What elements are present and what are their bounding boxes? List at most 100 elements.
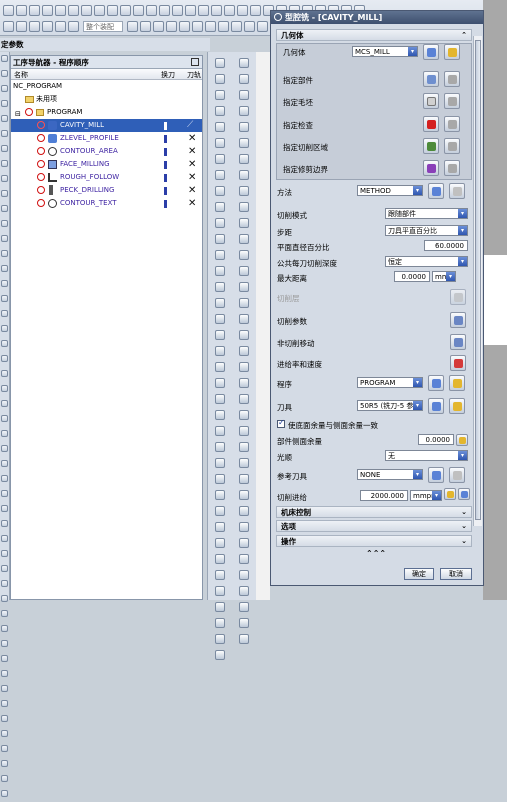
toolbar-icon[interactable] xyxy=(239,186,249,196)
toolbar-icon[interactable] xyxy=(239,474,249,484)
tree-row-face-milling[interactable]: FACE_MILLING ✕ xyxy=(11,158,202,171)
select-cut-area-button[interactable] xyxy=(423,138,439,154)
feed-formula-button[interactable] xyxy=(444,488,456,500)
resource-icon[interactable] xyxy=(1,145,8,152)
toolbar-icon[interactable] xyxy=(239,74,249,84)
toolbar-icon[interactable] xyxy=(42,4,53,16)
toolbar-icon[interactable] xyxy=(239,570,249,580)
toolbar-icon[interactable] xyxy=(239,362,249,372)
toolbar-icon[interactable] xyxy=(239,538,249,548)
toolbar-icon[interactable] xyxy=(239,58,249,68)
smoothing-select[interactable]: 无 ▾ xyxy=(385,450,468,461)
toolbar-icon[interactable] xyxy=(192,20,203,32)
toolbar-icon[interactable] xyxy=(55,20,66,32)
toolbar-icon[interactable] xyxy=(16,20,27,32)
toolbar-icon[interactable] xyxy=(215,154,225,164)
toolbar-icon[interactable] xyxy=(239,618,249,628)
select-part-button[interactable] xyxy=(423,71,439,87)
resource-icon[interactable] xyxy=(1,580,8,587)
new-tool-button[interactable] xyxy=(428,398,444,414)
edit-tool-button[interactable] xyxy=(449,398,465,414)
toolbar-icon[interactable] xyxy=(107,4,118,16)
resource-icon[interactable] xyxy=(1,85,8,92)
toolbar-icon[interactable] xyxy=(215,442,225,452)
toolbar-icon[interactable] xyxy=(239,314,249,324)
select-check-button[interactable] xyxy=(423,116,439,132)
resource-icon[interactable] xyxy=(1,130,8,137)
toolbar-icon[interactable] xyxy=(179,20,190,32)
side-stock-formula-button[interactable] xyxy=(456,434,468,446)
resource-icon[interactable] xyxy=(1,595,8,602)
toolbar-icon[interactable] xyxy=(224,4,235,16)
resource-icon[interactable] xyxy=(1,295,8,302)
toolbar-icon[interactable] xyxy=(239,138,249,148)
display-cut-area-button[interactable] xyxy=(444,138,460,154)
resource-icon[interactable] xyxy=(1,190,8,197)
resource-icon[interactable] xyxy=(1,220,8,227)
toolbar-icon[interactable] xyxy=(215,90,225,100)
toolbar-icon[interactable] xyxy=(215,106,225,116)
reference-tool-select[interactable]: NONE ▾ xyxy=(357,469,423,480)
toolbar-icon[interactable] xyxy=(55,4,66,16)
toolbar-icon[interactable] xyxy=(153,20,164,32)
select-blank-button[interactable] xyxy=(423,93,439,109)
cancel-button[interactable]: 取消 xyxy=(440,568,472,580)
dialog-titlebar[interactable]: 型腔铣 - [CAVITY_MILL] xyxy=(271,11,483,24)
tree-row-contour-area[interactable]: CONTOUR_AREA ✕ xyxy=(11,145,202,158)
resource-icon[interactable] xyxy=(1,745,8,752)
toolbar-icon[interactable] xyxy=(239,378,249,388)
toolbar-icon[interactable] xyxy=(218,20,229,32)
select-trim-boundary-button[interactable] xyxy=(423,160,439,176)
resource-icon[interactable] xyxy=(1,160,8,167)
edit-ref-tool-button[interactable] xyxy=(449,467,465,483)
feed-calc-button[interactable] xyxy=(458,488,470,500)
toolbar-icon[interactable] xyxy=(239,442,249,452)
toolbar-icon[interactable] xyxy=(146,4,157,16)
resource-icon[interactable] xyxy=(1,430,8,437)
resource-icon[interactable] xyxy=(1,250,8,257)
toolbar-icon[interactable] xyxy=(257,20,268,32)
toolbar-icon[interactable] xyxy=(239,346,249,356)
toolbar-icon[interactable] xyxy=(239,602,249,612)
resource-icon[interactable] xyxy=(1,340,8,347)
resource-icon[interactable] xyxy=(1,700,8,707)
toolbar-icon[interactable] xyxy=(239,410,249,420)
toolbar-icon[interactable] xyxy=(239,202,249,212)
resource-icon[interactable] xyxy=(1,505,8,512)
toolbar-icon[interactable] xyxy=(239,218,249,228)
toolbar-icon[interactable] xyxy=(215,330,225,340)
toolbar-icon[interactable] xyxy=(215,234,225,244)
resource-icon[interactable] xyxy=(1,685,8,692)
maximize-icon[interactable] xyxy=(191,58,199,66)
resource-icon[interactable] xyxy=(1,385,8,392)
toolbar-icon[interactable] xyxy=(68,20,79,32)
program-select[interactable]: PROGRAM ▾ xyxy=(357,377,423,388)
geometry-select[interactable]: MCS_MILL ▾ xyxy=(352,46,418,57)
toolbar-icon[interactable] xyxy=(239,330,249,340)
toolbar-icon[interactable] xyxy=(215,538,225,548)
edit-method-button[interactable] xyxy=(449,183,465,199)
resource-icon[interactable] xyxy=(1,490,8,497)
toolbar-icon[interactable] xyxy=(239,586,249,596)
tree-row-zlevel-profile[interactable]: ZLEVEL_PROFILE ✕ xyxy=(11,132,202,145)
cut-pattern-select[interactable]: 跟随部件 ▾ xyxy=(385,208,468,219)
toolbar-icon[interactable] xyxy=(185,4,196,16)
toolbar-icon[interactable] xyxy=(239,106,249,116)
feeds-speeds-button[interactable] xyxy=(450,355,466,371)
toolbar-icon[interactable] xyxy=(239,298,249,308)
tool-select[interactable]: 50R5 (铣刀-5 参 ▾ xyxy=(357,400,423,411)
toolbar-icon[interactable] xyxy=(215,650,225,660)
toolbar-icon[interactable] xyxy=(215,634,225,644)
toolbar-icon[interactable] xyxy=(215,218,225,228)
toolbar-icon[interactable] xyxy=(127,20,138,32)
toolbar-icon[interactable] xyxy=(239,458,249,468)
toolbar-icon[interactable] xyxy=(215,58,225,68)
resource-icon[interactable] xyxy=(1,655,8,662)
toolbar-icon[interactable] xyxy=(94,4,105,16)
section-actions[interactable]: 操作 ⌄ xyxy=(276,535,472,547)
toolbar-icon[interactable] xyxy=(215,394,225,404)
toolbar-icon[interactable] xyxy=(239,170,249,180)
toolbar-icon[interactable] xyxy=(68,4,79,16)
toolbar-icon[interactable] xyxy=(29,4,40,16)
tree-row-program[interactable]: ⊟ PROGRAM xyxy=(11,106,202,119)
